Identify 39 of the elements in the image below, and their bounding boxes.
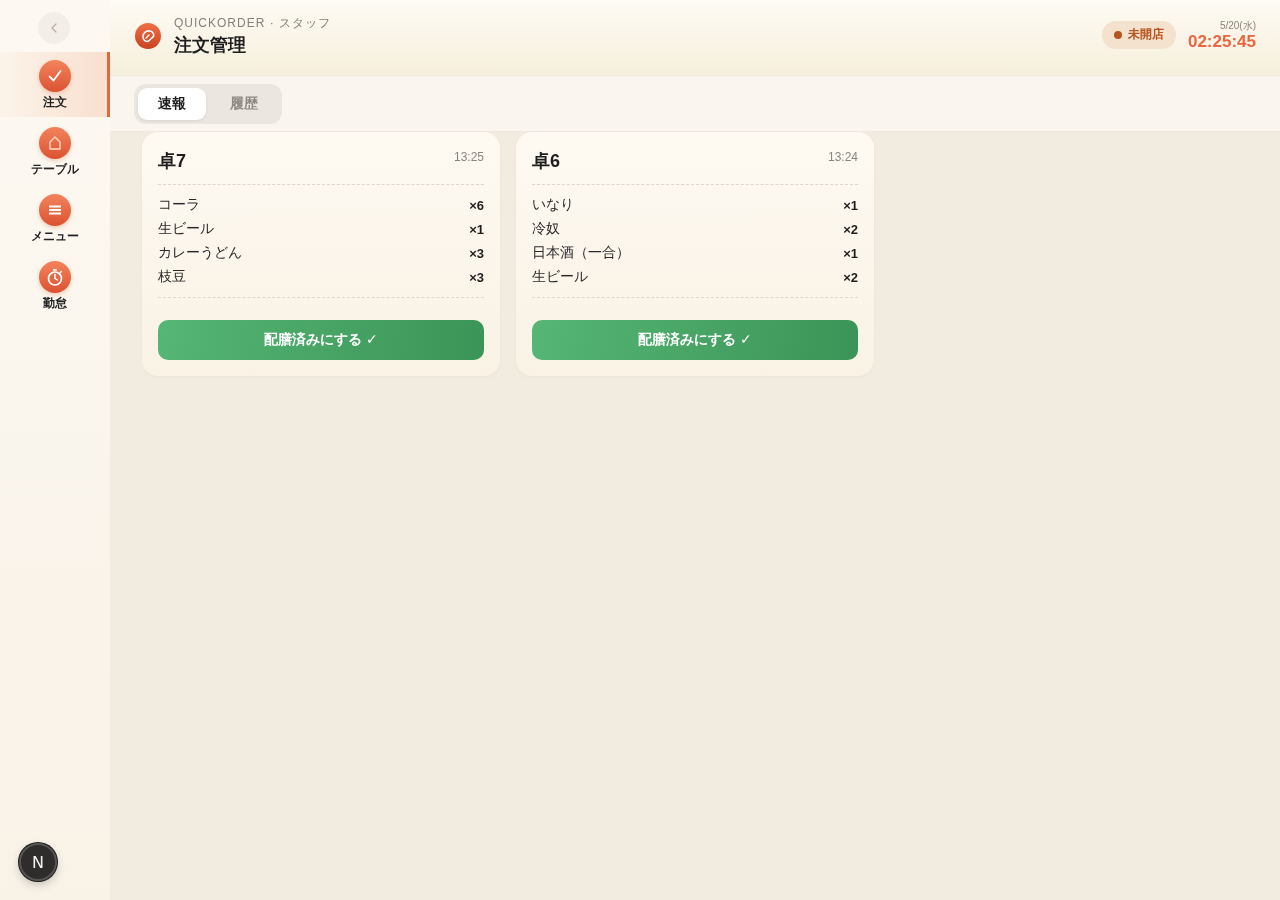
app-subtitle: QUICKORDER · スタッフ: [174, 15, 331, 30]
logo-icon: [135, 22, 161, 49]
item-quantity: ×3: [469, 269, 484, 285]
item-quantity: ×2: [843, 221, 858, 237]
order-time: 13:25: [453, 150, 484, 164]
collapse-button[interactable]: [38, 12, 70, 44]
item-quantity: ×3: [469, 245, 484, 261]
table-name: 卓7: [158, 150, 186, 173]
menu-icon: [39, 194, 71, 226]
tab[interactable]: 速報: [138, 88, 206, 120]
item-name: コーラ: [158, 196, 200, 214]
status-dot-icon: [1113, 30, 1122, 39]
item-name: いなり: [532, 196, 574, 214]
chevron-left-icon: [51, 23, 57, 33]
item-quantity: ×1: [469, 221, 484, 237]
date-text: 5/20(水): [1219, 19, 1256, 32]
stopwatch-icon: [39, 261, 71, 293]
item-quantity: ×1: [843, 245, 858, 261]
item-name: 枝豆: [158, 268, 186, 286]
nav-item[interactable]: 注文: [0, 52, 110, 117]
house-icon: [39, 127, 71, 159]
item-name: 生ビール: [158, 220, 214, 238]
item-quantity: ×6: [469, 197, 484, 213]
status-label: 未開店: [1127, 26, 1164, 43]
nav-item[interactable]: テーブル: [0, 119, 110, 184]
order-time: 13:24: [827, 150, 858, 164]
check-icon: [39, 60, 71, 92]
item-name: 日本酒（一合）: [532, 244, 630, 262]
page-title: 注文管理: [174, 33, 247, 56]
nav-item[interactable]: 勤怠: [0, 253, 110, 318]
item-quantity: ×1: [843, 197, 858, 213]
item-name: 冷奴: [532, 220, 560, 238]
nav-item[interactable]: メニュー: [0, 186, 110, 251]
clock-time: 02:25:45: [1187, 31, 1256, 52]
item-name: カレーうどん: [158, 244, 242, 262]
dev-tools-button[interactable]: N: [19, 843, 57, 881]
item-name: 生ビール: [532, 268, 588, 286]
table-name: 卓6: [532, 150, 560, 173]
item-quantity: ×2: [843, 269, 858, 285]
